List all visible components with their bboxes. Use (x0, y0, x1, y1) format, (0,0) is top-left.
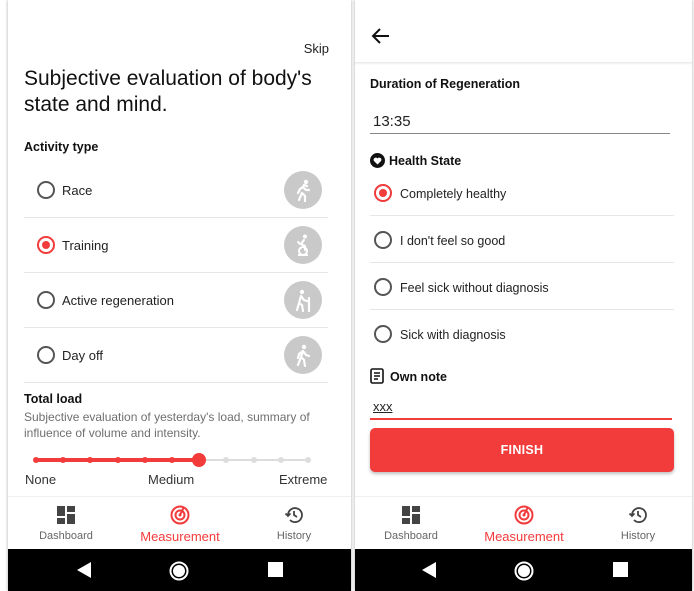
regeneration-screen: Duration of Regeneration 13:35 Health St… (355, 0, 692, 591)
arrow-left-icon[interactable] (371, 26, 391, 46)
slider-tick (169, 457, 175, 463)
history-icon (628, 507, 647, 523)
nav-measurement[interactable]: Measurement (124, 497, 236, 549)
health-option-sick-with-diagnosis[interactable]: Sick with diagnosis (370, 310, 674, 357)
dashboard-icon (57, 506, 75, 524)
activity-option-day-off[interactable]: Day off (24, 328, 328, 383)
measurement-icon (514, 505, 534, 525)
bottom-navigation: Dashboard Measurement History (355, 496, 692, 548)
measurement-icon (170, 505, 190, 525)
slider-tick (223, 457, 230, 463)
radio-button[interactable] (374, 184, 392, 202)
activity-screen: Skip Subjective evaluation of body's sta… (8, 0, 351, 591)
radio-button[interactable] (37, 346, 55, 364)
skip-button[interactable]: Skip (304, 41, 329, 56)
own-note-label: Own note (390, 370, 447, 384)
health-option-completely-healthy[interactable]: Completely healthy (370, 169, 674, 216)
page-title: Subjective evaluation of body's state an… (24, 67, 312, 116)
scale-max-label: Extreme (279, 472, 328, 487)
scale-min-label: None (25, 472, 57, 487)
activity-option-label: Race (62, 183, 93, 198)
health-state-label: Health State (389, 154, 462, 168)
note-icon (370, 368, 384, 384)
health-option-label: I don't feel so good (400, 234, 506, 248)
activity-option-label: Training (62, 238, 109, 253)
total-load-slider[interactable] (33, 452, 311, 468)
health-state-header: Health State (370, 153, 461, 168)
nav-measurement-label: Measurement (140, 529, 220, 544)
total-load-label: Total load (24, 392, 83, 406)
slider-thumb[interactable] (192, 453, 207, 467)
nav-measurement[interactable]: Measurement (468, 497, 580, 549)
running-icon (284, 171, 322, 209)
slider-tick (141, 457, 148, 463)
radio-button[interactable] (37, 291, 55, 309)
health-option-label: Feel sick without diagnosis (400, 281, 549, 295)
own-note-header: Own note (370, 368, 447, 384)
nav-dashboard-label: Dashboard (39, 530, 93, 542)
history-icon (284, 507, 303, 523)
radio-button[interactable] (374, 278, 392, 296)
scale-mid-label: Medium (148, 472, 195, 487)
bottom-navigation: Dashboard Measurement History (8, 496, 351, 548)
home-circle-icon[interactable] (169, 561, 189, 581)
recents-square-icon[interactable] (268, 562, 283, 577)
status-bar (8, 0, 351, 10)
home-circle-icon[interactable] (514, 561, 534, 581)
activity-option-label: Day off (62, 348, 103, 363)
nav-measurement-label: Measurement (484, 529, 564, 544)
activity-option-race[interactable]: Race (24, 163, 328, 218)
slider-tick (87, 457, 94, 463)
nav-dashboard-label: Dashboard (384, 530, 438, 542)
health-option-label: Sick with diagnosis (400, 328, 506, 342)
cycling-icon (284, 226, 322, 264)
nav-history[interactable]: History (238, 497, 350, 549)
nav-dashboard[interactable]: Dashboard (355, 497, 467, 549)
nav-history[interactable]: History (582, 497, 692, 549)
walking-icon (284, 336, 322, 374)
recents-square-icon[interactable] (613, 562, 628, 577)
radio-button[interactable] (374, 325, 392, 343)
back-triangle-icon[interactable] (420, 561, 438, 579)
status-bar (355, 0, 692, 10)
total-load-description: Subjective evaluation of yesterday's loa… (24, 410, 310, 440)
health-option-label: Completely healthy (400, 187, 507, 201)
duration-label: Duration of Regeneration (370, 77, 521, 91)
nav-dashboard[interactable]: Dashboard (10, 497, 122, 549)
slider-tick (250, 457, 257, 463)
back-triangle-icon[interactable] (75, 561, 93, 579)
nav-history-label: History (276, 530, 312, 542)
health-option-sick-without-diagnosis[interactable]: Feel sick without diagnosis (370, 263, 674, 310)
nav-history-label: History (620, 530, 656, 542)
health-option-not-so-good[interactable]: I don't feel so good (370, 216, 674, 263)
activity-option-label: Active regeneration (62, 293, 175, 308)
activity-type-label: Activity type (24, 140, 99, 154)
slider-tick (33, 457, 39, 463)
radio-button[interactable] (37, 236, 55, 254)
radio-button[interactable] (37, 181, 55, 199)
radio-button[interactable] (374, 231, 392, 249)
slider-tick (60, 457, 67, 463)
hiking-icon (284, 281, 322, 319)
duration-input[interactable]: 13:35 (370, 110, 670, 134)
activity-option-active-regeneration[interactable]: Active regeneration (24, 273, 328, 328)
slider-tick (114, 457, 121, 463)
heart-icon (370, 153, 385, 168)
own-note-input[interactable]: xxx (370, 396, 672, 420)
activity-option-training[interactable]: Training (24, 218, 328, 273)
dashboard-icon (402, 506, 420, 524)
slider-tick (277, 457, 284, 463)
system-navigation-bar (355, 549, 692, 591)
app-bar-divider (355, 62, 692, 65)
slider-tick (305, 457, 311, 463)
system-navigation-bar (8, 549, 351, 591)
finish-button[interactable]: FINISH (370, 428, 674, 472)
